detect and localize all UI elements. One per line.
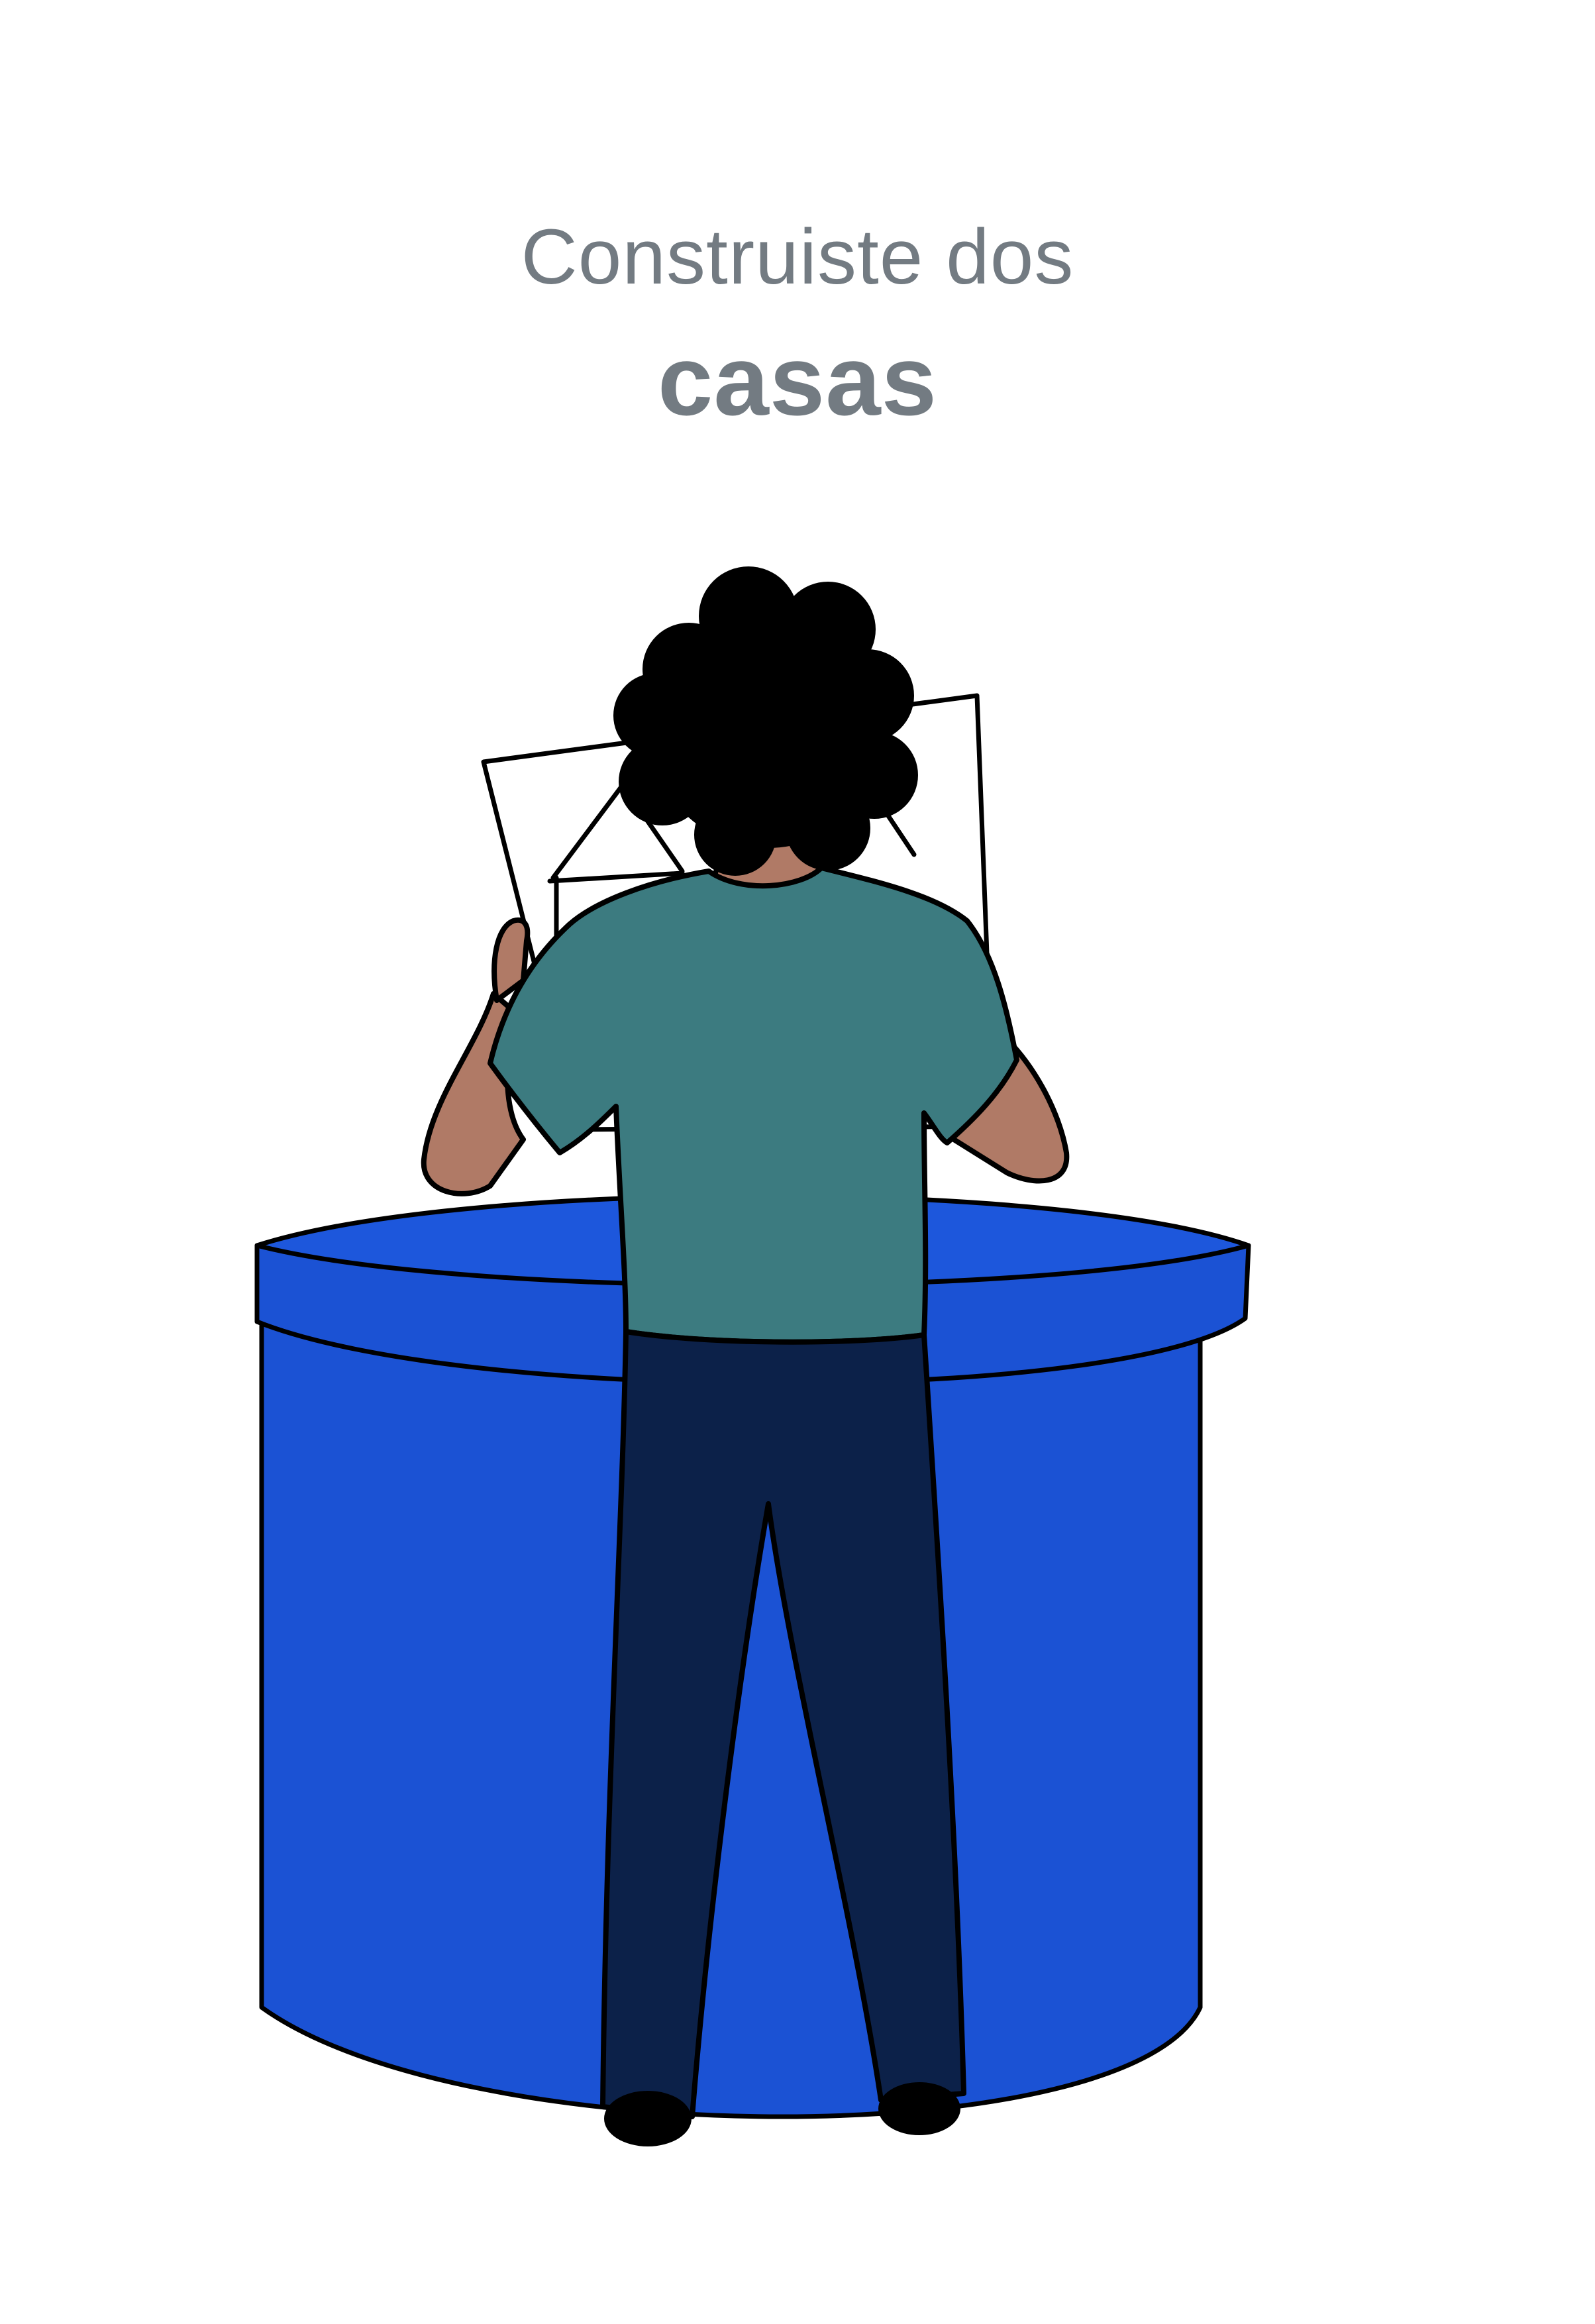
left-shoe (604, 2091, 692, 2146)
right-shoe (878, 2082, 960, 2135)
illustration (254, 566, 1251, 2146)
